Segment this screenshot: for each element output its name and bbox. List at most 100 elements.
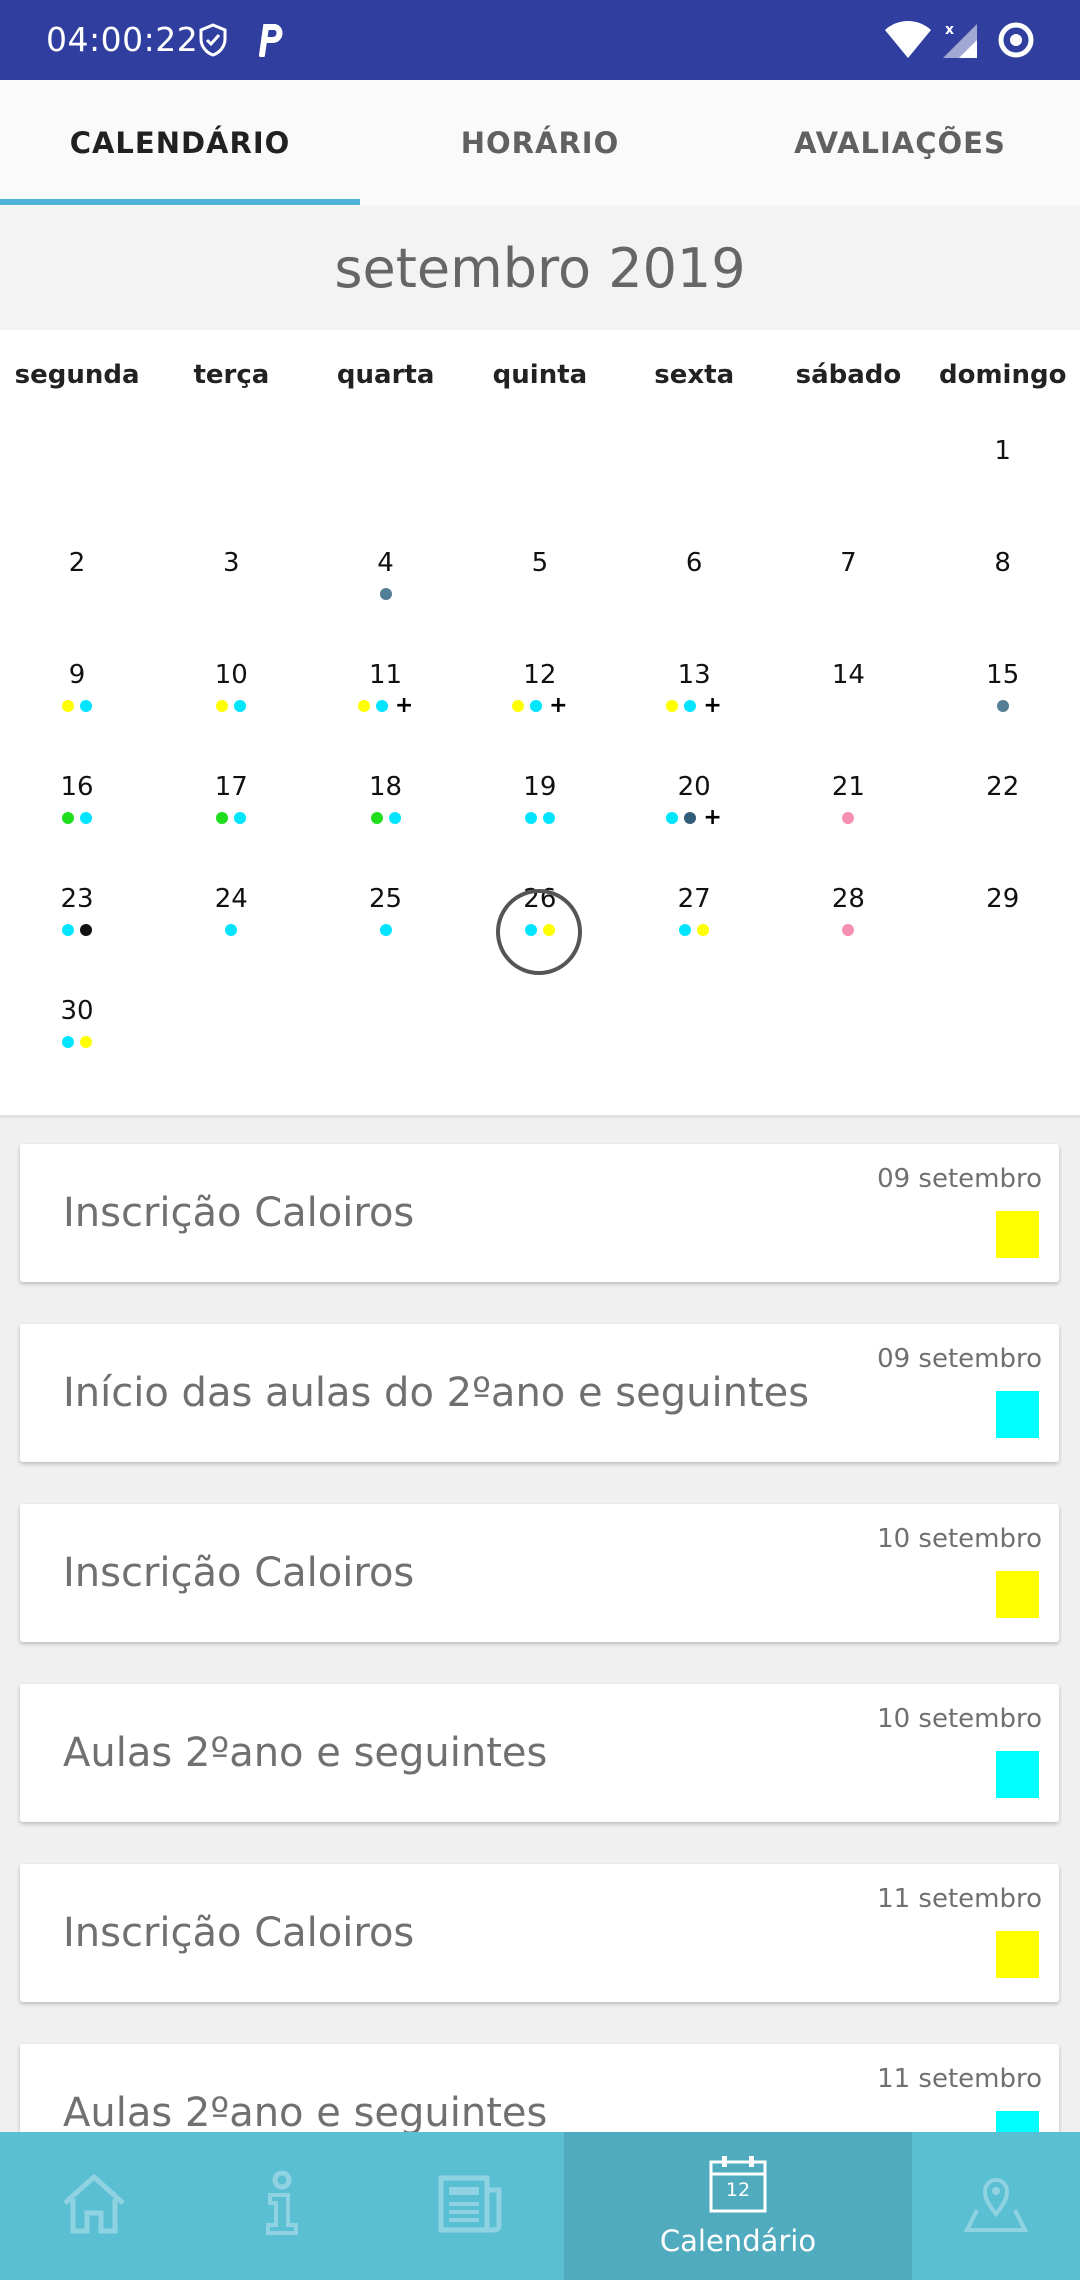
- nav-map[interactable]: [912, 2132, 1080, 2280]
- event-color-swatch: [996, 1751, 1039, 1798]
- event-dots: [926, 696, 1080, 716]
- calendar-day[interactable]: 18: [309, 758, 463, 858]
- day-number: 2: [68, 548, 86, 578]
- day-number: 7: [840, 548, 857, 578]
- nav-home[interactable]: [0, 2132, 188, 2280]
- calendar-day[interactable]: 12 +: [463, 646, 617, 746]
- calendar-day[interactable]: 8: [926, 534, 1080, 634]
- event-color-swatch: [996, 1571, 1039, 1618]
- status-bar: 04:00:22 x: [0, 0, 1080, 80]
- calendar-day[interactable]: 11 +: [309, 646, 463, 746]
- event-dot: [842, 924, 855, 936]
- calendar-day[interactable]: 17: [154, 758, 308, 858]
- event-color-swatch: [996, 1931, 1039, 1978]
- day-number: 28: [831, 884, 865, 914]
- day-number: 11: [369, 660, 403, 690]
- event-dot: [379, 588, 392, 600]
- event-dots: +: [463, 693, 617, 718]
- status-time: 04:00:22: [46, 20, 199, 59]
- calendar-day[interactable]: 22: [926, 758, 1080, 858]
- day-number: 26: [523, 884, 557, 914]
- calendar-grid: segunda terça quarta quinta sexta sábado…: [0, 330, 1080, 1118]
- event-dot: [80, 812, 92, 824]
- calendar-day-today[interactable]: 5: [463, 534, 617, 634]
- weekday-label: domingo: [938, 360, 1067, 390]
- weekday-label: quinta: [492, 360, 588, 390]
- record-icon: [996, 18, 1036, 62]
- tab-horario[interactable]: HORÁRIO: [360, 80, 720, 206]
- calendar-day[interactable]: 21: [771, 758, 925, 858]
- event-title: Inscrição Caloiros: [63, 1910, 415, 1956]
- event-card[interactable]: Inscrição Caloiros 11 setembro: [20, 1864, 1059, 2002]
- calendar-day[interactable]: 4: [309, 534, 463, 634]
- nav-news[interactable]: [376, 2132, 564, 2280]
- wifi-icon: [882, 18, 934, 62]
- event-dot: [679, 924, 692, 936]
- event-color-swatch: [996, 1391, 1039, 1438]
- event-dot: [234, 812, 247, 824]
- event-dot: [842, 812, 855, 824]
- tab-avaliacoes[interactable]: AVALIAÇÕES: [720, 80, 1080, 206]
- calendar-day[interactable]: 16: [0, 758, 154, 858]
- calendar-day[interactable]: 14: [771, 646, 925, 746]
- event-dots: [309, 920, 463, 940]
- calendar-day[interactable]: 20 +: [617, 758, 771, 858]
- event-dot: [379, 924, 392, 936]
- event-date: 10 setembro: [877, 1524, 1042, 1554]
- event-dots: [771, 920, 925, 940]
- calendar-day[interactable]: 28: [771, 870, 925, 970]
- day-number: 13: [677, 660, 711, 690]
- calendar-day[interactable]: 30: [0, 982, 154, 1082]
- event-card[interactable]: Aulas 2ºano e seguintes 10 setembro: [20, 1684, 1059, 1822]
- event-dots: +: [309, 695, 463, 717]
- calendar-icon-badge: 12: [725, 2179, 751, 2201]
- event-dot: [62, 924, 74, 936]
- nav-calendario[interactable]: 12 Calendário: [564, 2132, 912, 2280]
- calendar-day[interactable]: 15: [926, 646, 1080, 746]
- more-events-icon: +: [549, 693, 568, 718]
- calendar-day[interactable]: 7: [771, 534, 925, 634]
- day-number: 9: [68, 660, 86, 690]
- event-dots: [0, 584, 154, 604]
- info-icon: [260, 2170, 304, 2241]
- calendar-day[interactable]: 13 +: [617, 646, 771, 746]
- calendar-day[interactable]: 3: [154, 534, 308, 634]
- event-card[interactable]: Inscrição Caloiros 09 setembro: [20, 1144, 1059, 1282]
- event-dot: [225, 924, 238, 936]
- event-card[interactable]: Início das aulas do 2ºano e seguintes 09…: [20, 1324, 1059, 1462]
- event-dots: [0, 808, 154, 828]
- news-icon: [437, 2174, 503, 2238]
- tab-calendario[interactable]: CALENDÁRIO: [0, 80, 360, 206]
- event-title: Inscrição Caloiros: [63, 1190, 415, 1236]
- calendar-day[interactable]: 29: [926, 870, 1080, 970]
- event-dots: [0, 920, 154, 940]
- event-dot: [216, 812, 229, 824]
- event-dot: [512, 700, 525, 712]
- calendar-day[interactable]: 27: [617, 870, 771, 970]
- event-card[interactable]: Aulas 2ºano e seguintes 11 setembro: [20, 2044, 1059, 2132]
- event-dots: [463, 808, 617, 828]
- weekday-label: sábado: [795, 360, 902, 390]
- calendar-day[interactable]: 24: [154, 870, 308, 970]
- calendar-day[interactable]: 9: [0, 646, 154, 746]
- calendar-day[interactable]: 6: [617, 534, 771, 634]
- calendar-day[interactable]: 2: [0, 534, 154, 634]
- event-dots: [0, 696, 154, 716]
- weekday-label: quarta: [336, 360, 435, 390]
- day-number: 12: [523, 660, 557, 690]
- calendar-day[interactable]: 1: [926, 422, 1080, 522]
- calendar-day[interactable]: 26: [463, 870, 617, 970]
- event-date: 11 setembro: [877, 1884, 1042, 1914]
- event-dots: +: [617, 807, 771, 829]
- calendar-day[interactable]: 25: [309, 870, 463, 970]
- home-icon: [59, 2171, 129, 2241]
- calendar-day[interactable]: 19: [463, 758, 617, 858]
- nav-info[interactable]: [188, 2132, 376, 2280]
- event-dot: [542, 812, 555, 824]
- event-card[interactable]: Inscrição Caloiros 10 setembro: [20, 1504, 1059, 1642]
- calendar-day[interactable]: 10: [154, 646, 308, 746]
- day-number: 1: [994, 436, 1011, 466]
- calendar-day[interactable]: 23: [0, 870, 154, 970]
- event-dots: [463, 920, 617, 940]
- day-number: 20: [677, 772, 711, 802]
